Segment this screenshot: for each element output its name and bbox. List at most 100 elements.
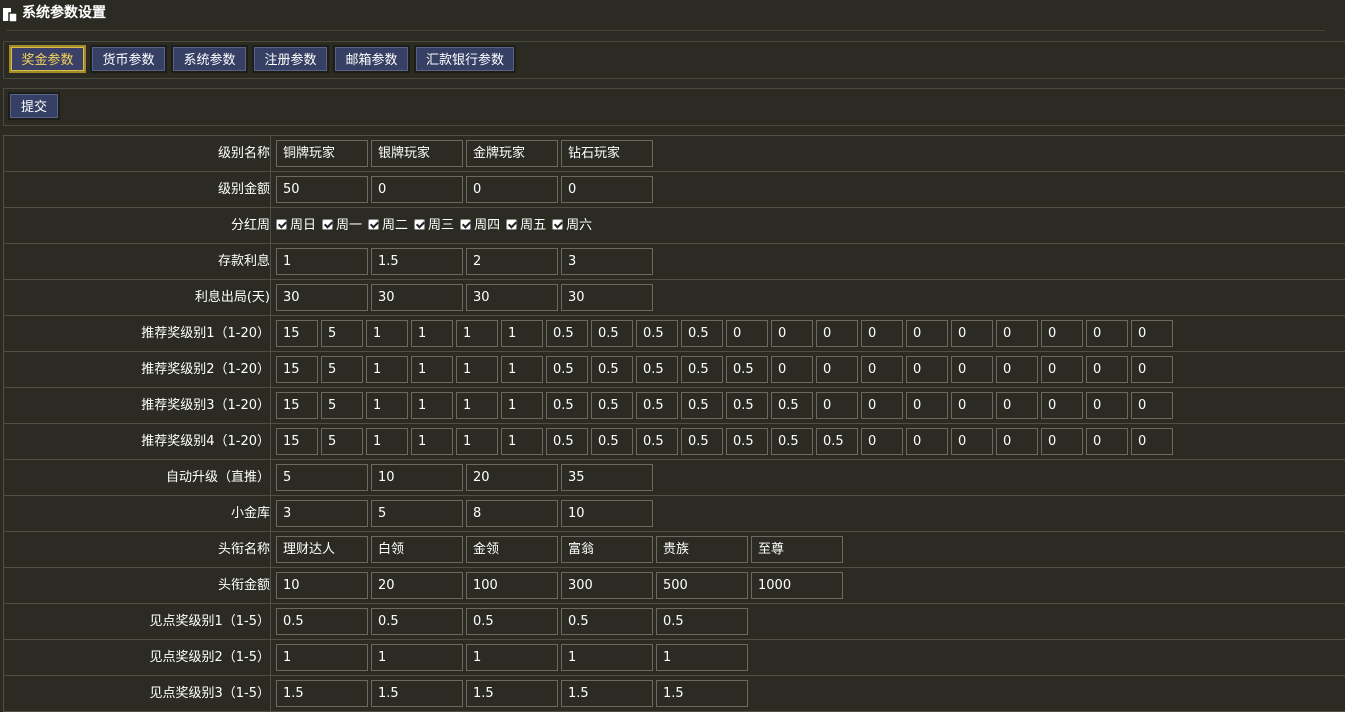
value-input[interactable]: 0	[1131, 392, 1173, 419]
value-input[interactable]: 0	[861, 428, 903, 455]
value-input[interactable]: 0.5	[591, 356, 633, 383]
value-input[interactable]: 0.5	[636, 320, 678, 347]
value-input[interactable]: 0	[996, 392, 1038, 419]
value-input[interactable]: 5	[321, 320, 363, 347]
value-input[interactable]: 0	[371, 176, 463, 203]
value-input[interactable]: 0	[861, 320, 903, 347]
value-input[interactable]: 5	[321, 428, 363, 455]
value-input[interactable]: 富翁	[561, 536, 653, 563]
value-input[interactable]: 0	[771, 356, 813, 383]
value-input[interactable]: 1.5	[371, 248, 463, 275]
value-input[interactable]: 1	[561, 644, 653, 671]
value-input[interactable]: 1	[656, 644, 748, 671]
value-input[interactable]: 1	[411, 356, 453, 383]
tab-register-params[interactable]: 注册参数	[252, 45, 329, 73]
value-input[interactable]: 0	[861, 392, 903, 419]
value-input[interactable]: 15	[276, 428, 318, 455]
value-input[interactable]: 0	[1086, 320, 1128, 347]
value-input[interactable]: 1.5	[656, 680, 748, 707]
value-input[interactable]: 10	[276, 572, 368, 599]
checkbox-monday[interactable]: 周一	[322, 208, 362, 243]
value-input[interactable]: 0.5	[546, 320, 588, 347]
checkbox-thursday[interactable]: 周四	[460, 208, 500, 243]
value-input[interactable]: 1000	[751, 572, 843, 599]
value-input[interactable]: 0	[1086, 428, 1128, 455]
value-input[interactable]: 银牌玩家	[371, 140, 463, 167]
value-input[interactable]: 100	[466, 572, 558, 599]
value-input[interactable]: 金牌玩家	[466, 140, 558, 167]
value-input[interactable]: 1.5	[371, 680, 463, 707]
value-input[interactable]: 0	[996, 428, 1038, 455]
value-input[interactable]: 0.5	[771, 392, 813, 419]
value-input[interactable]: 1	[501, 428, 543, 455]
value-input[interactable]: 0	[906, 392, 948, 419]
value-input[interactable]: 0	[1131, 428, 1173, 455]
value-input[interactable]: 15	[276, 320, 318, 347]
value-input[interactable]: 0	[1086, 392, 1128, 419]
value-input[interactable]: 0	[1131, 320, 1173, 347]
value-input[interactable]: 0	[906, 356, 948, 383]
tab-email-params[interactable]: 邮箱参数	[333, 45, 410, 73]
value-input[interactable]: 1.5	[466, 680, 558, 707]
value-input[interactable]: 0.5	[656, 608, 748, 635]
value-input[interactable]: 理财达人	[276, 536, 368, 563]
value-input[interactable]: 0	[771, 320, 813, 347]
value-input[interactable]: 5	[276, 464, 368, 491]
value-input[interactable]: 0	[1041, 428, 1083, 455]
value-input[interactable]: 50	[276, 176, 368, 203]
value-input[interactable]: 0.5	[636, 356, 678, 383]
value-input[interactable]: 1	[456, 428, 498, 455]
value-input[interactable]: 0.5	[726, 392, 768, 419]
value-input[interactable]: 0.5	[546, 356, 588, 383]
checkbox-sunday[interactable]: 周日	[276, 208, 316, 243]
value-input[interactable]: 0	[996, 320, 1038, 347]
value-input[interactable]: 1	[276, 644, 368, 671]
value-input[interactable]: 白领	[371, 536, 463, 563]
value-input[interactable]: 1	[411, 392, 453, 419]
value-input[interactable]: 0	[996, 356, 1038, 383]
value-input[interactable]: 0.5	[371, 608, 463, 635]
submit-button[interactable]: 提交	[8, 92, 60, 120]
value-input[interactable]: 0	[561, 176, 653, 203]
value-input[interactable]: 1	[456, 392, 498, 419]
value-input[interactable]: 1.5	[276, 680, 368, 707]
value-input[interactable]: 0.5	[636, 428, 678, 455]
value-input[interactable]: 1	[501, 356, 543, 383]
value-input[interactable]: 1	[366, 392, 408, 419]
value-input[interactable]: 20	[371, 572, 463, 599]
value-input[interactable]: 钻石玩家	[561, 140, 653, 167]
value-input[interactable]: 0.5	[816, 428, 858, 455]
value-input[interactable]: 1.5	[561, 680, 653, 707]
value-input[interactable]: 5	[321, 392, 363, 419]
value-input[interactable]: 0	[726, 320, 768, 347]
value-input[interactable]: 0	[1041, 392, 1083, 419]
checkbox-checked-icon[interactable]	[552, 219, 564, 230]
value-input[interactable]: 1	[371, 644, 463, 671]
value-input[interactable]: 30	[466, 284, 558, 311]
tab-system-params[interactable]: 系统参数	[171, 45, 248, 73]
value-input[interactable]: 金领	[466, 536, 558, 563]
value-input[interactable]: 1	[366, 320, 408, 347]
checkbox-wednesday[interactable]: 周三	[414, 208, 454, 243]
value-input[interactable]: 30	[561, 284, 653, 311]
checkbox-checked-icon[interactable]	[322, 219, 334, 230]
value-input[interactable]: 35	[561, 464, 653, 491]
value-input[interactable]: 1	[366, 428, 408, 455]
value-input[interactable]: 0	[906, 428, 948, 455]
value-input[interactable]: 0	[1086, 356, 1128, 383]
value-input[interactable]: 0.5	[276, 608, 368, 635]
value-input[interactable]: 1	[366, 356, 408, 383]
value-input[interactable]: 0	[951, 392, 993, 419]
value-input[interactable]: 0	[816, 356, 858, 383]
checkbox-checked-icon[interactable]	[460, 219, 472, 230]
value-input[interactable]: 0.5	[681, 428, 723, 455]
tab-bank-params[interactable]: 汇款银行参数	[414, 45, 516, 73]
value-input[interactable]: 0.5	[591, 320, 633, 347]
value-input[interactable]: 0	[1131, 356, 1173, 383]
value-input[interactable]: 1	[456, 356, 498, 383]
tab-currency-params[interactable]: 货币参数	[90, 45, 167, 73]
value-input[interactable]: 8	[466, 500, 558, 527]
value-input[interactable]: 0	[951, 320, 993, 347]
value-input[interactable]: 0	[466, 176, 558, 203]
tab-bonus-params[interactable]: 奖金参数	[9, 45, 86, 73]
